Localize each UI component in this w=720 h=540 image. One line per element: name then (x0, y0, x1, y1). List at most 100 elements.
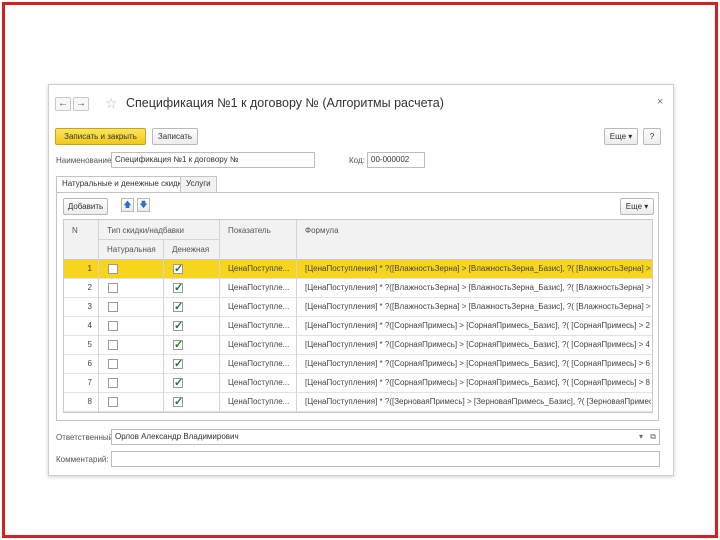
natural-checkbox[interactable] (108, 283, 118, 293)
back-icon[interactable]: ← (55, 97, 71, 111)
header-divider (163, 239, 164, 260)
cell-divider (163, 393, 164, 412)
cell-divider (219, 355, 220, 374)
cell-divider (219, 298, 220, 317)
cell-divider (296, 260, 297, 279)
cell-divider (296, 317, 297, 336)
column-header-money[interactable]: Денежная (172, 245, 209, 254)
row-indicator: ЦенаПоступле... (228, 321, 290, 330)
row-formula: [ЦенаПоступления] * ?([СорнаяПримесь] > … (305, 340, 651, 349)
cell-divider (163, 336, 164, 355)
cell-divider (296, 374, 297, 393)
dropdown-icon[interactable]: ▾ (639, 430, 643, 444)
cell-divider (163, 279, 164, 298)
cell-divider (163, 260, 164, 279)
natural-checkbox[interactable] (108, 378, 118, 388)
row-indicator: ЦенаПоступле... (228, 302, 290, 311)
row-indicator: ЦенаПоступле... (228, 397, 290, 406)
move-down-icon[interactable]: 🡇 (137, 198, 150, 212)
comment-field[interactable] (111, 451, 660, 467)
table-row[interactable]: 6 ЦенаПоступле... [ЦенаПоступления] * ?([С… (64, 355, 652, 374)
money-checkbox[interactable] (173, 281, 183, 294)
cell-divider (98, 279, 99, 298)
specification-table: N Тип скидки/надбавки Натуральная Денежн… (63, 219, 653, 413)
row-number: 3 (87, 302, 92, 311)
cell-divider (296, 279, 297, 298)
responsible-value: Орлов Александр Владимирович (115, 432, 239, 441)
table-row[interactable]: 4 ЦенаПоступле... [ЦенаПоступления] * ?([С… (64, 317, 652, 336)
column-header-natural[interactable]: Натуральная (107, 245, 156, 254)
natural-checkbox[interactable] (108, 321, 118, 331)
row-formula: [ЦенаПоступления] * ?([ВлажностьЗерна] >… (305, 264, 651, 273)
natural-checkbox[interactable] (108, 264, 118, 274)
cell-divider (98, 260, 99, 279)
tab-services[interactable]: Услуги (180, 176, 217, 192)
row-indicator: ЦенаПоступле... (228, 340, 290, 349)
column-header-formula[interactable]: Формула (305, 226, 339, 235)
save-and-close-button[interactable]: Записать и закрыть (55, 128, 146, 145)
cell-divider (219, 336, 220, 355)
cell-divider (296, 336, 297, 355)
header-divider (219, 220, 220, 260)
table-row[interactable]: 3 ЦенаПоступле... [ЦенаПоступления] * ?([В… (64, 298, 652, 317)
move-up-icon[interactable]: 🡅 (121, 198, 134, 212)
cell-divider (98, 374, 99, 393)
cell-divider (296, 393, 297, 412)
tab-panel: Добавить 🡅 🡇 Еще ▾ N Тип скидки/надбавки… (56, 192, 659, 421)
row-formula: [ЦенаПоступления] * ?([СорнаяПримесь] > … (305, 378, 651, 387)
star-icon[interactable]: ☆ (105, 95, 118, 112)
save-button[interactable]: Записать (152, 128, 198, 145)
cell-divider (219, 279, 220, 298)
table-row[interactable]: 5 ЦенаПоступле... [ЦенаПоступления] * ?([С… (64, 336, 652, 355)
row-number: 4 (87, 321, 92, 330)
money-checkbox[interactable] (173, 300, 183, 313)
row-number: 1 (87, 264, 92, 273)
cell-divider (163, 355, 164, 374)
open-icon[interactable]: ⧉ (650, 430, 656, 444)
close-icon[interactable]: × (657, 96, 663, 108)
row-formula: [ЦенаПоступления] * ?([СорнаяПримесь] > … (305, 359, 651, 368)
row-formula: [ЦенаПоступления] * ?([СорнаяПримесь] > … (305, 321, 651, 330)
money-checkbox[interactable] (173, 319, 183, 332)
window-title: Спецификация №1 к договору № (Алгоритмы … (126, 96, 444, 110)
natural-checkbox[interactable] (108, 340, 118, 350)
move-buttons: 🡅 🡇 (121, 198, 153, 214)
cell-divider (219, 260, 220, 279)
column-header-n[interactable]: N (72, 226, 78, 235)
natural-checkbox[interactable] (108, 302, 118, 312)
table-row[interactable]: 2 ЦенаПоступле... [ЦенаПоступления] * ?([В… (64, 279, 652, 298)
table-row[interactable]: 1 ЦенаПоступле... [ЦенаПоступления] * ?([В… (64, 260, 652, 279)
forward-icon[interactable]: → (73, 97, 89, 111)
cell-divider (98, 355, 99, 374)
cell-divider (296, 355, 297, 374)
natural-checkbox[interactable] (108, 397, 118, 407)
money-checkbox[interactable] (173, 262, 183, 275)
table-row[interactable]: 7 ЦенаПоступле... [ЦенаПоступления] * ?([С… (64, 374, 652, 393)
row-number: 7 (87, 378, 92, 387)
column-header-type[interactable]: Тип скидки/надбавки (107, 226, 184, 235)
row-formula: [ЦенаПоступления] * ?([ВлажностьЗерна] >… (305, 283, 651, 292)
cell-divider (98, 336, 99, 355)
code-field[interactable]: 00-000002 (367, 152, 425, 168)
responsible-field[interactable]: Орлов Александр Владимирович ▾ ⧉ (111, 429, 660, 445)
money-checkbox[interactable] (173, 395, 183, 408)
cell-divider (163, 298, 164, 317)
row-formula: [ЦенаПоступления] * ?([ВлажностьЗерна] >… (305, 302, 651, 311)
table-more-button[interactable]: Еще ▾ (620, 198, 654, 215)
header-divider (296, 220, 297, 260)
header-divider (99, 239, 219, 240)
money-checkbox[interactable] (173, 376, 183, 389)
table-row[interactable]: 8 ЦенаПоступле... [ЦенаПоступления] * ?([З… (64, 393, 652, 412)
help-button[interactable]: ? (643, 128, 661, 145)
comment-label: Комментарий: (56, 455, 109, 464)
money-checkbox[interactable] (173, 357, 183, 370)
cell-divider (98, 298, 99, 317)
money-checkbox[interactable] (173, 338, 183, 351)
name-field[interactable]: Спецификация №1 к договору № (111, 152, 315, 168)
more-button[interactable]: Еще ▾ (604, 128, 638, 145)
column-header-indicator[interactable]: Показатель (228, 226, 271, 235)
tab-natural-money-discounts[interactable]: Натуральные и денежные скидки (56, 176, 192, 193)
natural-checkbox[interactable] (108, 359, 118, 369)
row-number: 6 (87, 359, 92, 368)
add-button[interactable]: Добавить (63, 198, 108, 215)
